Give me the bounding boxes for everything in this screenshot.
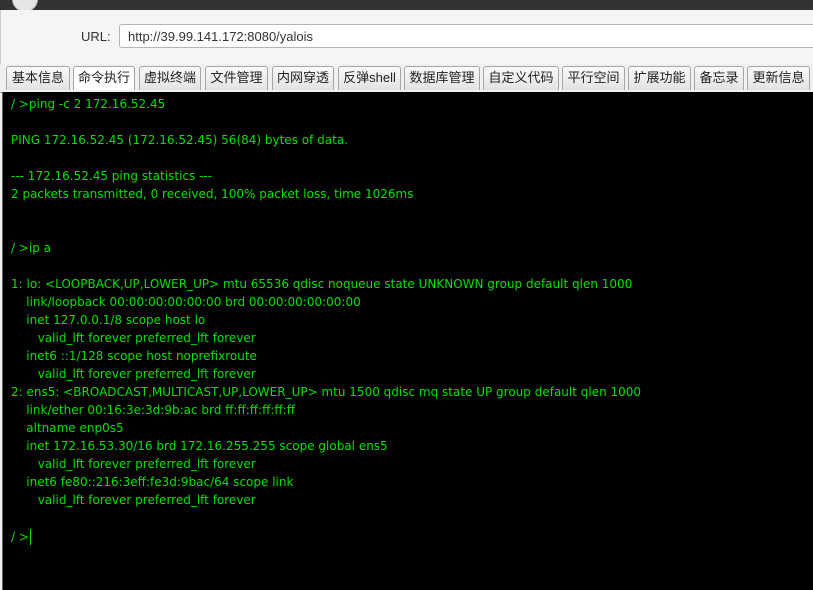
terminal-output[interactable]: / >ping -c 2 172.16.52.45 PING 172.16.52… xyxy=(2,92,813,590)
terminal-line: link/ether 00:16:3e:3d:9b:ac brd ff:ff:f… xyxy=(11,403,295,417)
tab-custom-code[interactable]: 自定义代码 xyxy=(483,66,559,90)
terminal-cursor xyxy=(30,529,31,545)
terminal-line: inet6 fe80::216:3eff:fe3d:9bac/64 scope … xyxy=(11,475,294,489)
terminal-line: 2: ens5: <BROADCAST,MULTICAST,UP,LOWER_U… xyxy=(11,385,642,399)
terminal-line: valid_lft forever preferred_lft forever xyxy=(11,493,256,507)
terminal-prompt: / > xyxy=(11,530,29,544)
tab-virtual-terminal[interactable]: 虚拟终端 xyxy=(139,66,201,90)
terminal-line: 1: lo: <LOOPBACK,UP,LOWER_UP> mtu 65536 … xyxy=(11,277,633,291)
tab-reverse-shell[interactable]: 反弹shell xyxy=(338,66,401,90)
terminal-line: 2 packets transmitted, 0 received, 100% … xyxy=(11,187,414,201)
tab-extensions[interactable]: 扩展功能 xyxy=(628,66,691,90)
terminal-line: valid_lft forever preferred_lft forever xyxy=(11,457,256,471)
terminal-line: link/loopback 00:00:00:00:00:00 brd 00:0… xyxy=(11,295,361,309)
address-bar: URL: xyxy=(0,10,813,64)
terminal-line: / >ip a xyxy=(11,241,52,255)
tab-basic-info[interactable]: 基本信息 xyxy=(6,66,70,90)
tab-parallel-space[interactable]: 平行空间 xyxy=(562,66,625,90)
terminal-line: valid_lft forever preferred_lft forever xyxy=(11,331,256,345)
terminal-line: inet 127.0.0.1/8 scope host lo xyxy=(11,313,206,327)
tab-update-info[interactable]: 更新信息 xyxy=(747,66,810,90)
terminal-line: inet6 ::1/128 scope host noprefixroute xyxy=(11,349,257,363)
tab-file-manager[interactable]: 文件管理 xyxy=(205,66,268,90)
window-top-bar xyxy=(0,0,813,12)
url-input[interactable] xyxy=(119,24,813,48)
terminal-line: / >ping -c 2 172.16.52.45 xyxy=(11,97,166,111)
terminal-line: --- 172.16.52.45 ping statistics --- xyxy=(11,169,213,183)
tab-memo[interactable]: 备忘录 xyxy=(694,66,744,90)
tab-database-manager[interactable]: 数据库管理 xyxy=(404,66,480,90)
url-label: URL: xyxy=(81,29,111,44)
tab-command-exec[interactable]: 命令执行 xyxy=(73,66,135,90)
terminal-line: PING 172.16.52.45 (172.16.52.45) 56(84) … xyxy=(11,133,348,147)
terminal-line: altname enp0s5 xyxy=(11,421,124,435)
terminal-line: inet 172.16.53.30/16 brd 172.16.255.255 … xyxy=(11,439,388,453)
terminal-line: valid_lft forever preferred_lft forever xyxy=(11,367,256,381)
tab-intranet-tunnel[interactable]: 内网穿透 xyxy=(272,66,334,90)
tab-bar: 基本信息 命令执行 虚拟终端 文件管理 内网穿透 反弹shell 数据库管理 自… xyxy=(0,64,813,93)
